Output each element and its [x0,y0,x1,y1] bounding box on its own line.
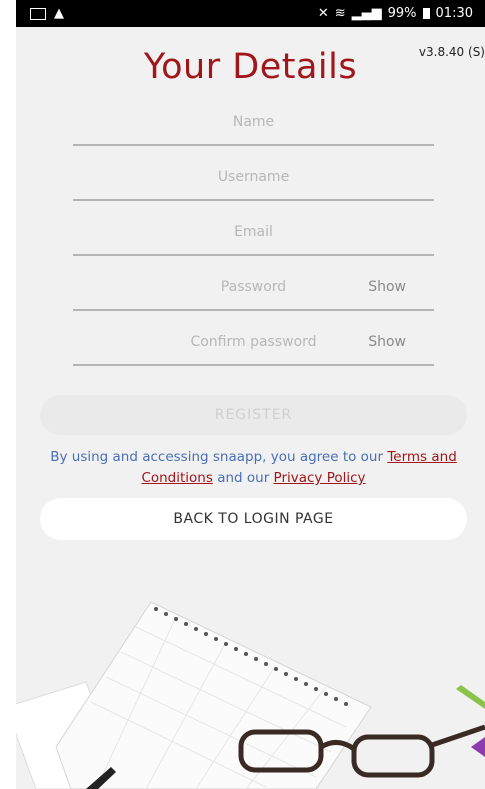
page-title: Your Details [143,47,358,87]
warning-icon: ▲ [54,6,64,21]
email-placeholder: Email [234,224,273,240]
screen: v3.8.40 (S) Your Details Name Username E… [16,27,485,789]
signal-icon: ▂▄▆ [351,6,382,21]
terms-text: By using and accessing snaapp, you agree… [40,447,467,489]
terms-prefix: By using and accessing snaapp, you agree… [50,449,388,465]
status-right: ✕ ≋ ▂▄▆ 99% 01:30 [318,6,473,21]
notification-icon [30,7,46,20]
privacy-link[interactable]: Privacy Policy [274,470,366,486]
terms-middle: and our [212,470,274,486]
email-field[interactable]: Email [73,216,434,256]
name-field[interactable]: Name [73,106,434,146]
password-show-toggle[interactable]: Show [368,279,406,295]
mute-icon: ✕ [317,6,329,21]
confirm-password-field[interactable]: Confirm password Show [73,326,434,366]
password-field[interactable]: Password Show [73,271,434,311]
username-placeholder: Username [217,169,290,185]
battery-percent: 99% [387,6,417,21]
wifi-icon: ≋ [334,6,346,21]
status-bar: ▲ ✕ ≋ ▂▄▆ 99% 01:30 [16,0,485,27]
username-field[interactable]: Username [73,161,434,201]
green-pencil [456,685,485,709]
back-to-login-button[interactable]: BACK TO LOGIN PAGE [40,498,467,540]
purple-pencil [471,737,485,757]
name-placeholder: Name [232,114,275,130]
confirm-password-show-toggle[interactable]: Show [368,334,406,350]
battery-icon [422,8,430,19]
register-button[interactable]: REGISTER [40,395,467,435]
clock: 01:30 [435,6,473,21]
desk-illustration [16,601,485,789]
status-left: ▲ [30,6,64,21]
